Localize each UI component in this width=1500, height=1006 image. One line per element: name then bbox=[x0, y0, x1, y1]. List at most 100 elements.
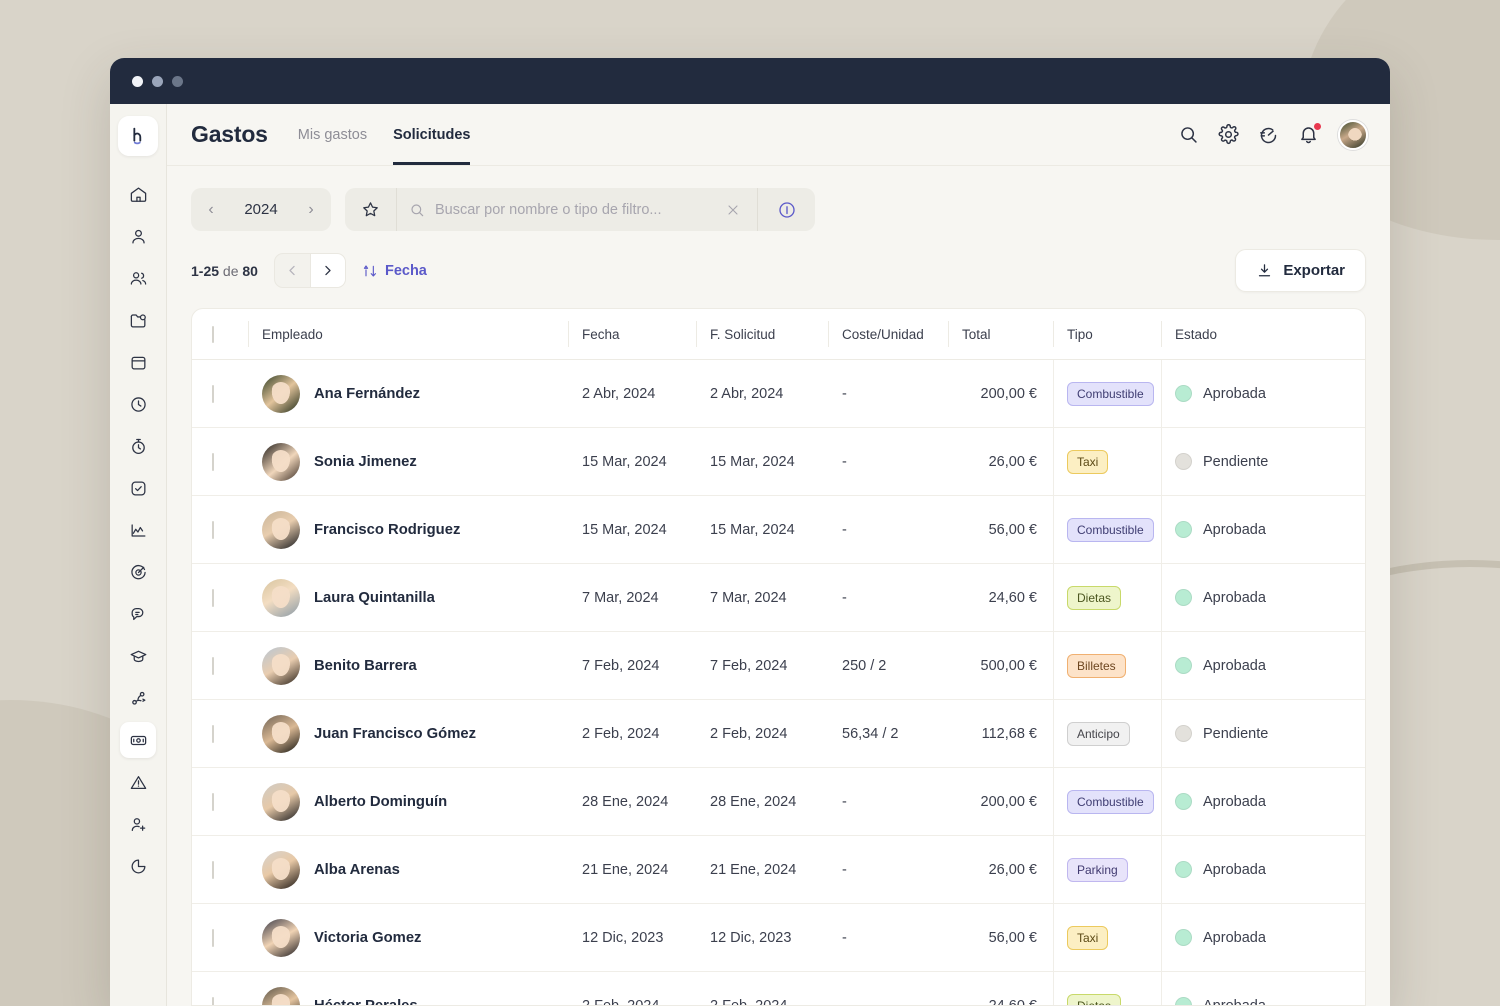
sidebar-item-home[interactable] bbox=[120, 176, 156, 212]
info-icon[interactable] bbox=[757, 188, 815, 231]
tab-solicitudes[interactable]: Solicitudes bbox=[393, 104, 471, 165]
column-header-coste[interactable]: Coste/Unidad bbox=[828, 309, 948, 360]
search-input[interactable] bbox=[435, 201, 715, 218]
sidebar-item-calendar[interactable] bbox=[120, 344, 156, 380]
estado-label: Aprobada bbox=[1203, 997, 1266, 1006]
employee-cell: Francisco Rodriguez bbox=[248, 496, 568, 564]
row-checkbox[interactable] bbox=[212, 452, 214, 471]
fsolicitud-cell: 21 Ene, 2024 bbox=[710, 861, 797, 878]
page-next-button[interactable] bbox=[309, 254, 345, 287]
search-bar bbox=[345, 188, 815, 231]
fecha-cell: 7 Mar, 2024 bbox=[582, 589, 659, 606]
column-header-total[interactable]: Total bbox=[948, 309, 1053, 360]
result-count: 1-25 de 80 bbox=[191, 263, 258, 279]
estado-label: Aprobada bbox=[1203, 521, 1266, 538]
sidebar-item-incidents[interactable] bbox=[120, 764, 156, 800]
sidebar-item-people[interactable] bbox=[120, 260, 156, 296]
column-header-fsolicitud[interactable]: F. Solicitud bbox=[696, 309, 828, 360]
tab-mis-gastos[interactable]: Mis gastos bbox=[298, 104, 367, 165]
window-close-button[interactable] bbox=[132, 75, 143, 87]
year-prev-button[interactable]: ‹ bbox=[197, 196, 225, 224]
table-body: Ana Fernández 2 Abr, 2024 2 Abr, 2024 - 200,… bbox=[192, 360, 1365, 1006]
speedometer-icon[interactable] bbox=[1258, 124, 1279, 145]
sidebar-item-folder[interactable] bbox=[120, 302, 156, 338]
select-all-checkbox[interactable] bbox=[212, 326, 214, 343]
sidebar-item-expenses[interactable] bbox=[120, 722, 156, 758]
estado-cell: Aprobada bbox=[1161, 836, 1365, 904]
sidebar-item-profile[interactable] bbox=[120, 218, 156, 254]
total-cell: 24,60 € bbox=[988, 589, 1037, 606]
year-value: 2024 bbox=[244, 201, 278, 218]
row-checkbox[interactable] bbox=[212, 656, 214, 675]
bell-icon[interactable] bbox=[1298, 123, 1321, 145]
star-icon[interactable] bbox=[345, 188, 397, 231]
status-badge: Billetes bbox=[1067, 653, 1126, 678]
total-cell: 24,60 € bbox=[988, 997, 1037, 1006]
page-prev-button[interactable] bbox=[275, 254, 310, 287]
row-checkbox[interactable] bbox=[212, 792, 214, 811]
sidebar-item-analytics[interactable] bbox=[120, 512, 156, 548]
year-next-button[interactable]: › bbox=[297, 196, 325, 224]
row-select-cell bbox=[192, 768, 248, 836]
table-header-row: Empleado Fecha F. Solicitud Coste/Unidad… bbox=[192, 309, 1365, 360]
sidebar-item-target[interactable] bbox=[120, 554, 156, 590]
fsolicitud-cell: 28 Ene, 2024 bbox=[710, 793, 797, 810]
table-row[interactable]: Benito Barrera 7 Feb, 2024 7 Feb, 2024 250 … bbox=[192, 632, 1365, 700]
employee-cell: Sonia Jimenez bbox=[248, 428, 568, 496]
column-header-fecha[interactable]: Fecha bbox=[568, 309, 696, 360]
sidebar-item-workflow[interactable] bbox=[120, 680, 156, 716]
brand-logo[interactable] bbox=[118, 116, 158, 156]
close-icon[interactable] bbox=[725, 202, 745, 218]
window-minimize-button[interactable] bbox=[152, 75, 163, 87]
status-dot bbox=[1175, 793, 1192, 810]
row-checkbox[interactable] bbox=[212, 928, 214, 947]
window-maximize-button[interactable] bbox=[172, 75, 183, 87]
employee-cell: Alba Arenas bbox=[248, 836, 568, 904]
row-checkbox[interactable] bbox=[212, 860, 214, 879]
table-row[interactable]: Francisco Rodriguez 15 Mar, 2024 15 Mar, 2… bbox=[192, 496, 1365, 564]
avatar[interactable] bbox=[1338, 119, 1368, 150]
sidebar-item-training[interactable] bbox=[120, 638, 156, 674]
employee-name: Alba Arenas bbox=[314, 861, 400, 878]
table-row[interactable]: Alberto Dominguín 28 Ene, 2024 28 Ene, 202… bbox=[192, 768, 1365, 836]
employee-name: Francisco Rodriguez bbox=[314, 521, 461, 538]
gear-icon[interactable] bbox=[1218, 124, 1239, 145]
table-row[interactable]: Alba Arenas 21 Ene, 2024 21 Ene, 2024 - 26,0… bbox=[192, 836, 1365, 904]
status-dot bbox=[1175, 929, 1192, 946]
column-header-tipo[interactable]: Tipo bbox=[1053, 309, 1161, 360]
estado-label: Pendiente bbox=[1203, 453, 1269, 470]
tipo-cell: Taxi bbox=[1053, 428, 1161, 496]
employee-cell: Laura Quintanilla bbox=[248, 564, 568, 632]
table-row[interactable]: Sonia Jimenez 15 Mar, 2024 15 Mar, 2024 - 26… bbox=[192, 428, 1365, 496]
table-row[interactable]: Victoria Gomez 12 Dic, 2023 12 Dic, 2023 - 5… bbox=[192, 904, 1365, 972]
main-content: Gastos Mis gastos Solicitudes ‹ 2024 › B… bbox=[167, 104, 1390, 1006]
sort-button[interactable]: Fecha bbox=[362, 263, 427, 279]
table-row[interactable]: Héctor Perales 2 Feb, 2024 2 Feb, 2024 - 24,… bbox=[192, 972, 1365, 1006]
sidebar-item-add-user[interactable] bbox=[120, 806, 156, 842]
sidebar-item-stopwatch[interactable] bbox=[120, 428, 156, 464]
table-row[interactable]: Ana Fernández 2 Abr, 2024 2 Abr, 2024 - 200,… bbox=[192, 360, 1365, 428]
estado-cell: Aprobada bbox=[1161, 496, 1365, 564]
column-header-estado[interactable]: Estado bbox=[1161, 309, 1365, 360]
coste-unidad-cell: 250 / 2 bbox=[842, 657, 887, 674]
sidebar-item-tasks[interactable] bbox=[120, 470, 156, 506]
sidebar-item-chat[interactable] bbox=[120, 596, 156, 632]
coste-unidad-cell: - bbox=[842, 861, 847, 878]
row-checkbox[interactable] bbox=[212, 996, 214, 1005]
table-row[interactable]: Laura Quintanilla 7 Mar, 2024 7 Mar, 2024 -… bbox=[192, 564, 1365, 632]
row-select-cell bbox=[192, 972, 248, 1005]
column-header-empleado[interactable]: Empleado bbox=[248, 309, 568, 360]
status-dot bbox=[1175, 725, 1192, 742]
money-bill-icon bbox=[130, 735, 146, 745]
sidebar-item-reports[interactable] bbox=[120, 848, 156, 884]
row-checkbox[interactable] bbox=[212, 724, 214, 743]
sidebar-item-clock[interactable] bbox=[120, 386, 156, 422]
row-checkbox[interactable] bbox=[212, 384, 214, 403]
search-icon[interactable] bbox=[1178, 124, 1199, 145]
export-button[interactable]: Exportar bbox=[1235, 249, 1366, 292]
row-checkbox[interactable] bbox=[212, 520, 214, 539]
search-icon bbox=[411, 203, 424, 216]
table-row[interactable]: Juan Francisco Gómez 2 Feb, 2024 2 Feb, 20… bbox=[192, 700, 1365, 768]
row-checkbox[interactable] bbox=[212, 588, 214, 607]
estado-cell: Aprobada bbox=[1161, 564, 1365, 632]
